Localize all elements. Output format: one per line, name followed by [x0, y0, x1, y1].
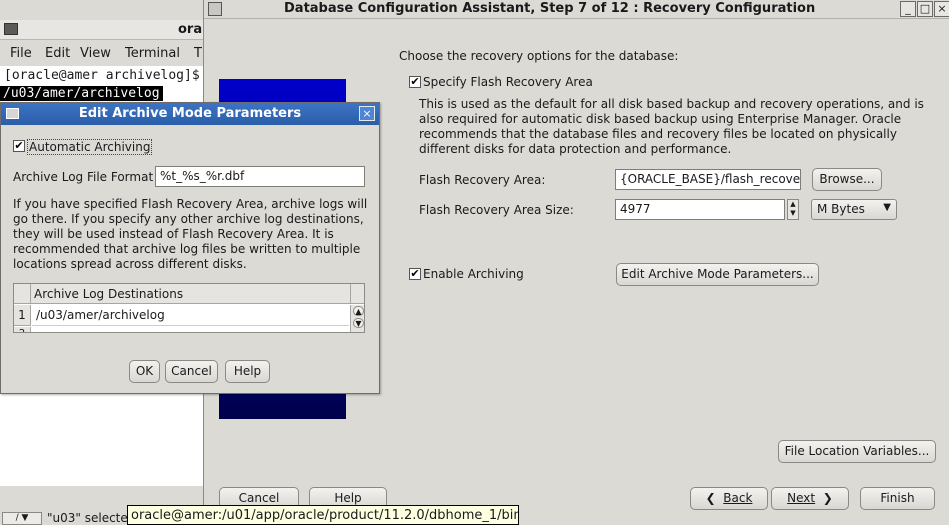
path-tooltip: oracle@amer:/u01/app/oracle/product/11.2…	[127, 505, 519, 525]
close-icon[interactable]: ×	[934, 1, 949, 17]
dialog-close-icon[interactable]: ×	[359, 106, 375, 121]
dialog-description: If you have specified Flash Recovery Are…	[13, 197, 368, 271]
table-corner	[14, 284, 31, 304]
taskbar-folder-button[interactable]: / ▼	[2, 512, 42, 525]
menu-terminal[interactable]: Terminal	[125, 46, 180, 61]
scroll-up-icon[interactable]: ▲	[353, 306, 364, 316]
terminal-app-icon	[4, 23, 18, 35]
dialog-help-button[interactable]: Help	[225, 360, 270, 383]
menu-file[interactable]: File	[10, 46, 32, 61]
table-header-end	[350, 284, 364, 304]
check-icon: ✔	[14, 139, 24, 152]
flash-recovery-area-label: Flash Recovery Area:	[419, 173, 546, 187]
next-button[interactable]: Next ❯	[771, 487, 849, 510]
scroll-down-icon[interactable]: ▼	[353, 318, 364, 328]
table-header: Archive Log Destinations	[14, 284, 364, 304]
finish-button[interactable]: Finish	[860, 487, 935, 510]
log-format-label: Archive Log File Format	[13, 170, 154, 184]
dialog-cancel-button[interactable]: Cancel	[165, 360, 218, 383]
enable-archiving-checkbox[interactable]: ✔	[409, 268, 421, 280]
terminal-selected-text[interactable]: /u03/amer/archivelog	[0, 86, 163, 101]
window-menu-icon[interactable]	[208, 2, 222, 16]
size-unit-value: M Bytes	[817, 202, 865, 216]
check-icon: ✔	[410, 75, 420, 88]
recovery-intro-text: Choose the recovery options for the data…	[399, 49, 679, 63]
flash-recovery-size-input[interactable]: 4977	[615, 199, 785, 220]
back-arrow-icon: ❮	[705, 491, 716, 505]
maximize-icon[interactable]: □	[917, 1, 933, 17]
menu-tabs[interactable]: T	[194, 46, 202, 61]
browse-button[interactable]: Browse...	[812, 168, 882, 191]
table-column-header[interactable]: Archive Log Destinations	[34, 287, 183, 301]
window-title: Database Configuration Assistant, Step 7…	[284, 1, 816, 16]
automatic-archiving-checkbox[interactable]: ✔	[13, 140, 25, 152]
chevron-down-icon: ▼	[883, 202, 891, 213]
table-cell-destination[interactable]: /u03/amer/archivelog	[32, 305, 349, 326]
terminal-title: ora	[178, 22, 203, 37]
dialog-ok-button[interactable]: OK	[129, 360, 160, 383]
flash-recovery-area-input[interactable]: {ORACLE_BASE}/flash_recovery_	[615, 169, 801, 190]
minimize-icon[interactable]: _	[900, 1, 916, 17]
terminal-menubar: File Edit View Terminal T	[0, 42, 204, 66]
taskbar: / ▼ "u03" selecte	[0, 511, 128, 525]
flash-recovery-label[interactable]: Specify Flash Recovery Area	[423, 75, 593, 89]
folder-icon: /	[15, 513, 19, 523]
flash-recovery-checkbox[interactable]: ✔	[409, 76, 421, 88]
taskbar-status: "u03" selecte	[47, 511, 128, 525]
dialog-title: Edit Archive Mode Parameters	[78, 106, 302, 121]
back-label: Back	[723, 491, 753, 505]
edit-archive-mode-button[interactable]: Edit Archive Mode Parameters...	[616, 263, 819, 286]
archive-destinations-table: Archive Log Destinations 1 /u03/amer/arc…	[13, 283, 365, 333]
back-button[interactable]: ❮ Back	[690, 487, 768, 510]
next-label: Next	[787, 491, 816, 505]
check-icon: ✔	[410, 267, 420, 280]
spin-down-icon[interactable]: ▼	[788, 209, 798, 218]
menu-edit[interactable]: Edit	[45, 46, 70, 61]
size-spinner[interactable]: ▲ ▼	[787, 199, 799, 220]
dialog-titlebar: Edit Archive Mode Parameters ×	[1, 103, 379, 125]
spin-up-icon[interactable]: ▲	[788, 200, 798, 209]
automatic-archiving-label[interactable]: Automatic Archiving	[27, 139, 153, 155]
dbca-titlebar: Database Configuration Assistant, Step 7…	[204, 0, 949, 19]
edit-archive-mode-dialog: Edit Archive Mode Parameters × ✔ Automat…	[0, 102, 380, 394]
flash-recovery-size-label: Flash Recovery Area Size:	[419, 203, 574, 217]
table-row-number: 2	[14, 327, 31, 332]
terminal-titlebar: ora	[0, 20, 204, 40]
enable-archiving-label[interactable]: Enable Archiving	[423, 267, 524, 281]
flash-recovery-description: This is used as the default for all disk…	[419, 97, 924, 156]
chevron-down-icon: ▼	[21, 513, 29, 523]
terminal-prompt-line: [oracle@amer archivelog]$	[4, 68, 200, 83]
log-format-input[interactable]: %t_%s_%r.dbf	[155, 166, 365, 187]
menu-view[interactable]: View	[80, 46, 111, 61]
size-unit-select[interactable]: M Bytes ▼	[811, 199, 897, 220]
table-row-number: 1	[14, 305, 31, 326]
next-arrow-icon: ❯	[822, 491, 833, 505]
table-scrollbar[interactable]: ▲ ▼	[350, 305, 364, 332]
file-location-variables-button[interactable]: File Location Variables...	[778, 440, 936, 463]
